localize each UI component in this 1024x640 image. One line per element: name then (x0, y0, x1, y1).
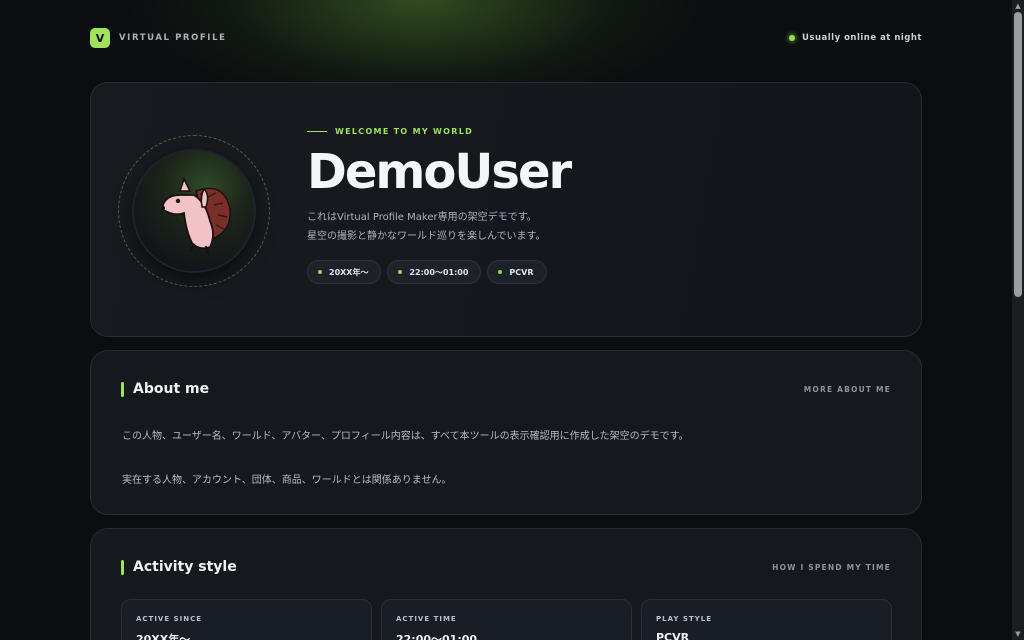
tag-active-time: 22:00〜01:00 (387, 260, 482, 284)
brand[interactable]: V VIRTUAL PROFILE (90, 28, 227, 48)
hedgehog-avatar-icon (161, 176, 231, 255)
stat-card-active-time: ACTIVE TIME 22:00〜01:00 (381, 599, 632, 640)
scrollbar-thumb[interactable] (1014, 12, 1022, 297)
online-status: Usually online at night (789, 33, 922, 43)
online-dot-icon (789, 35, 795, 41)
stat-label: PLAY STYLE (656, 615, 712, 623)
about-title: About me (121, 381, 209, 397)
tag-play-style: PCVR (487, 260, 547, 284)
how-i-spend-my-time-link[interactable]: HOW I SPEND MY TIME (772, 563, 891, 572)
title-accent-bar (121, 559, 124, 575)
stat-value: PCVR (656, 631, 690, 640)
eyebrow-line (307, 131, 327, 132)
about-header: About me MORE ABOUT ME (121, 381, 891, 397)
about-paragraph-2: 実在する人物、アカウント、団体、商品、ワールドとは関係ありません。 (122, 475, 452, 486)
brand-name: VIRTUAL PROFILE (119, 33, 227, 43)
about-title-text: About me (133, 381, 210, 397)
hero-card: WELCOME TO MY WORLD DemoUser これはVirtual … (90, 82, 922, 337)
activity-section: Activity style HOW I SPEND MY TIME ACTIV… (90, 528, 922, 640)
stat-value: 20XX年〜 (136, 633, 191, 640)
about-section: About me MORE ABOUT ME この人物、ユーザー名、ワールド、ア… (90, 350, 922, 515)
scroll-up-icon[interactable]: ▲ (1014, 2, 1022, 10)
tag-dot-icon (398, 270, 403, 274)
profile-tags: 20XX年〜 22:00〜01:00 PCVR (307, 260, 867, 284)
eyebrow-text: WELCOME TO MY WORLD (335, 127, 474, 136)
description-line-2: 星空の撮影と静かなワールド巡りを楽しんでいます。 (307, 231, 546, 242)
tag-active-since: 20XX年〜 (307, 260, 382, 284)
stat-value: 22:00〜01:00 (396, 633, 478, 640)
stat-label: ACTIVE TIME (396, 615, 457, 623)
tag-label: PCVR (509, 267, 534, 277)
activity-title: Activity style (121, 559, 237, 575)
hero-text: WELCOME TO MY WORLD DemoUser これはVirtual … (307, 127, 867, 284)
title-accent-bar (121, 381, 124, 397)
more-about-me-link[interactable]: MORE ABOUT ME (804, 385, 891, 394)
profile-name: DemoUser (307, 144, 572, 200)
status-text: Usually online at night (802, 33, 922, 43)
activity-stats: ACTIVE SINCE 20XX年〜 ACTIVE TIME 22:00〜01… (121, 599, 892, 640)
page-scrollbar[interactable]: ▲ ▼ (1012, 0, 1024, 640)
stat-card-play-style: PLAY STYLE PCVR (641, 599, 892, 640)
activity-title-text: Activity style (133, 559, 237, 575)
tag-label: 22:00〜01:00 (409, 267, 469, 277)
profile-description: これはVirtual Profile Maker専用の架空デモです。 星空の撮影… (307, 208, 867, 246)
tag-dot-icon (318, 270, 322, 274)
top-bar: V VIRTUAL PROFILE Usually online at nigh… (90, 27, 922, 49)
brand-logo-icon: V (90, 28, 110, 48)
tag-dot-icon (498, 270, 503, 274)
tag-label: 20XX年〜 (329, 267, 369, 277)
scroll-down-icon[interactable]: ▼ (1014, 630, 1022, 638)
description-line-1: これはVirtual Profile Maker専用の架空デモです。 (307, 212, 537, 223)
stat-card-active-since: ACTIVE SINCE 20XX年〜 (121, 599, 372, 640)
stat-label: ACTIVE SINCE (136, 615, 202, 623)
avatar (134, 151, 254, 271)
about-paragraph-1: この人物、ユーザー名、ワールド、アバター、プロフィール内容は、すべて本ツールの表… (122, 431, 689, 442)
eyebrow: WELCOME TO MY WORLD (307, 127, 867, 136)
activity-header: Activity style HOW I SPEND MY TIME (121, 559, 891, 575)
